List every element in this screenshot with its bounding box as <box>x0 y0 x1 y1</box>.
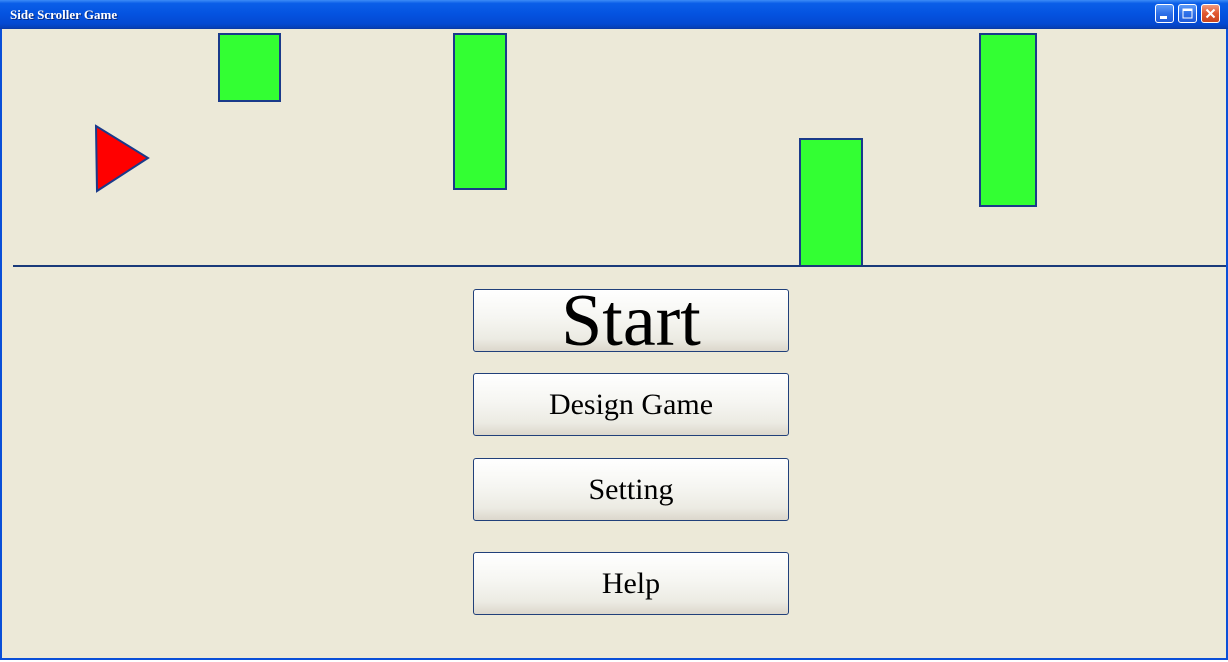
player-triangle <box>94 124 150 193</box>
design-game-button[interactable]: Design Game <box>473 373 789 436</box>
title-bar[interactable]: Side Scroller Game <box>0 0 1228 29</box>
minimize-icon <box>1160 16 1167 19</box>
close-button[interactable] <box>1201 4 1220 23</box>
obstacle-block <box>799 138 863 267</box>
start-button[interactable]: Start <box>473 284 789 358</box>
obstacle-block <box>979 33 1037 207</box>
maximize-icon <box>1182 8 1193 19</box>
minimize-button[interactable] <box>1155 4 1174 23</box>
help-button[interactable]: Help <box>473 552 789 615</box>
game-window: Side Scroller Game Start Design Game Set… <box>0 0 1228 660</box>
ground-line <box>13 265 1226 267</box>
obstacle-block <box>218 33 281 102</box>
setting-button[interactable]: Setting <box>473 458 789 521</box>
maximize-button[interactable] <box>1178 4 1197 23</box>
obstacle-block <box>453 33 507 190</box>
window-title: Side Scroller Game <box>10 7 118 22</box>
close-icon <box>1205 8 1216 19</box>
